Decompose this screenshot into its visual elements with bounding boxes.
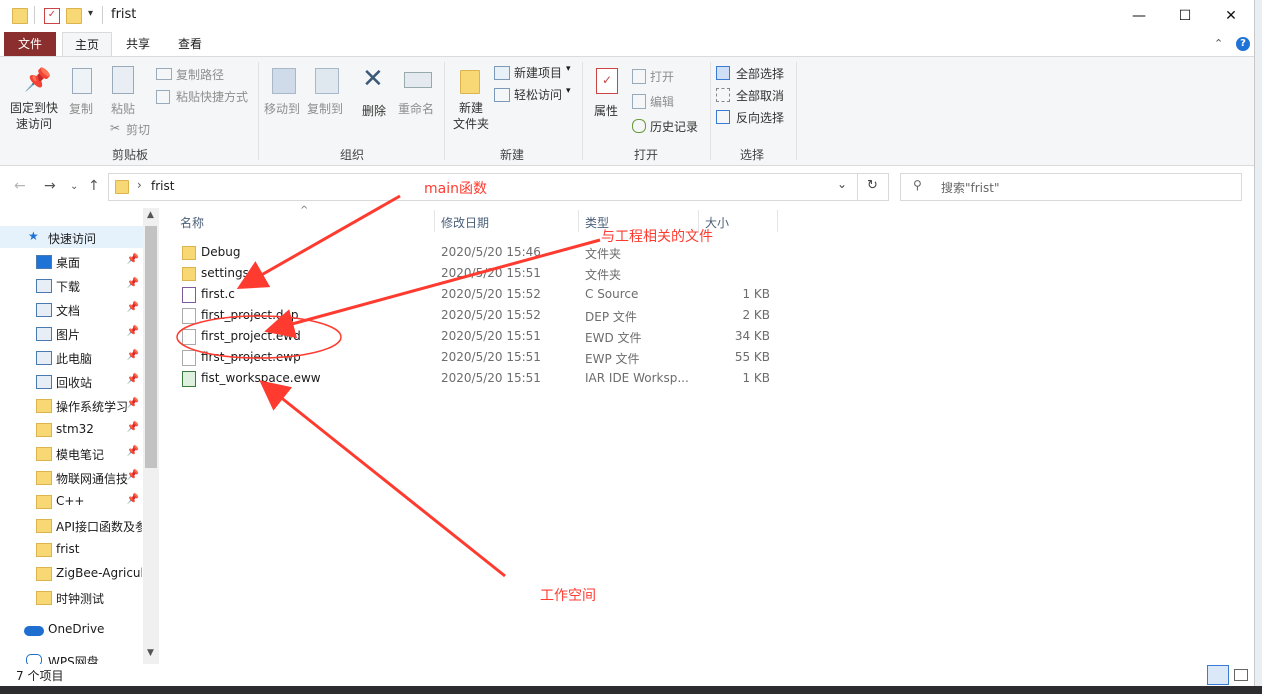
status-bar: 7 个项目	[0, 665, 1254, 685]
arrow-to-project-files	[264, 238, 601, 339]
annotation-project-files: 与工程相关的文件	[601, 229, 713, 245]
arrow-to-main	[236, 194, 401, 289]
large-icons-view-icon[interactable]	[1232, 665, 1248, 683]
annotation-overlay	[176, 194, 601, 578]
arrow-to-workspace	[259, 380, 506, 578]
annotation-main-function: main函数	[424, 181, 487, 197]
background-window-edge	[1254, 0, 1262, 694]
thumbnail-shape	[1234, 669, 1248, 681]
details-view-icon[interactable]	[1207, 665, 1229, 685]
item-count: 7 个项目	[16, 669, 64, 683]
highlight-ellipse	[176, 315, 342, 359]
annotation-workspace: 工作空间	[540, 588, 596, 604]
taskbar-edge	[0, 686, 1262, 694]
